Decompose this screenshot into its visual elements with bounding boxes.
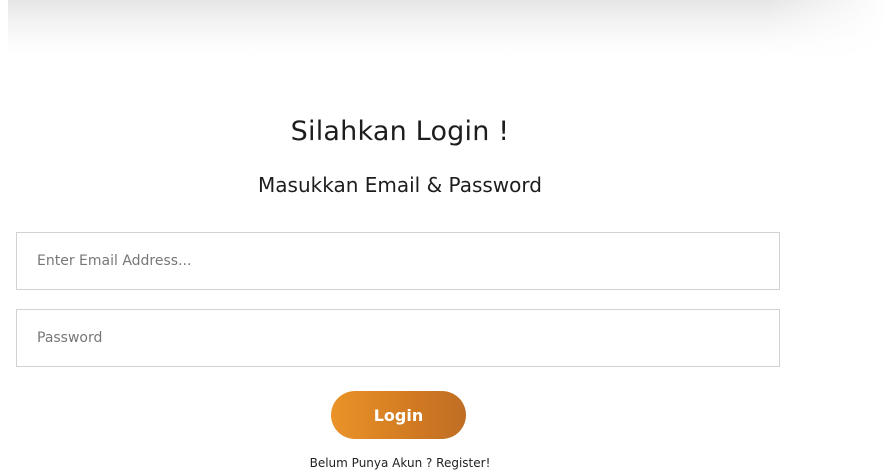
navbar-fade bbox=[767, 0, 887, 58]
register-link[interactable]: Belum Punya Akun ? Register! bbox=[0, 456, 800, 470]
login-button[interactable]: Login bbox=[331, 391, 466, 439]
login-page: Silahkan Login ! Masukkan Email & Passwo… bbox=[0, 0, 887, 475]
email-field[interactable] bbox=[16, 232, 780, 290]
top-navbar bbox=[8, 0, 887, 58]
password-field[interactable] bbox=[16, 309, 780, 367]
page-subtitle: Masukkan Email & Password bbox=[258, 173, 542, 197]
page-title: Silahkan Login ! bbox=[290, 116, 510, 147]
